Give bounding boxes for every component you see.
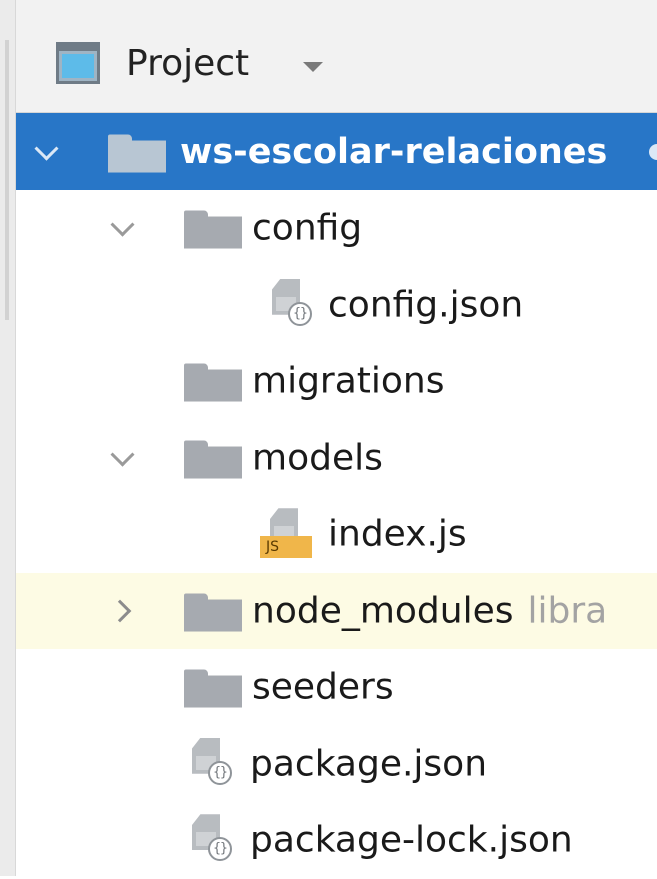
- tree-item-seeders[interactable]: seeders: [16, 649, 657, 726]
- tree-item-index-js[interactable]: JS index.js: [16, 496, 657, 573]
- tree-item-label: index.js: [328, 513, 467, 555]
- tree-item-label: package-lock.json: [250, 819, 573, 861]
- project-panel-header: Project: [16, 0, 657, 113]
- tree-item-root[interactable]: ws-escolar-relaciones: [16, 113, 657, 190]
- folder-icon: [184, 669, 242, 708]
- tree-item-label: models: [252, 437, 383, 479]
- tree-item-label: config: [252, 207, 363, 249]
- tree-item-node-modules[interactable]: node_modules libra: [16, 572, 657, 649]
- tool-window-grip[interactable]: [5, 40, 9, 320]
- chevron-down-icon[interactable]: [110, 442, 135, 467]
- chevron-right-icon[interactable]: [108, 599, 132, 623]
- panel-title[interactable]: Project: [126, 40, 249, 88]
- project-window-icon: [56, 42, 100, 84]
- tree-item-models[interactable]: models: [16, 420, 657, 497]
- json-file-icon: {}: [266, 277, 322, 333]
- tree-item-label: config.json: [328, 284, 524, 326]
- status-dot: [649, 143, 657, 160]
- folder-icon: [184, 440, 242, 479]
- tree-item-name: node_modules: [252, 590, 514, 632]
- folder-icon: [184, 363, 242, 402]
- tree-item-package-lock-json[interactable]: {} package-lock.json: [16, 802, 657, 879]
- tree-item-config[interactable]: config: [16, 190, 657, 267]
- json-file-icon: {}: [186, 812, 242, 868]
- tool-window-strip: [0, 0, 16, 876]
- tree-item-label: node_modules libra: [252, 590, 607, 631]
- tree-item-label: ws-escolar-relaciones: [180, 131, 608, 172]
- folder-icon: [108, 134, 166, 173]
- project-tree: ws-escolar-relaciones config {} config.j…: [16, 113, 657, 879]
- library-root-hint: libra: [527, 590, 608, 632]
- chevron-down-icon[interactable]: [110, 212, 135, 237]
- tree-item-label: migrations: [252, 360, 445, 402]
- tree-item-package-json[interactable]: {} package.json: [16, 726, 657, 803]
- folder-icon: [184, 593, 242, 632]
- tree-item-migrations[interactable]: migrations: [16, 343, 657, 420]
- js-file-icon: JS: [256, 506, 312, 562]
- tree-item-label: package.json: [250, 743, 488, 785]
- tree-item-label: seeders: [252, 666, 394, 708]
- chevron-down-icon[interactable]: [34, 136, 59, 161]
- json-file-icon: {}: [186, 736, 242, 792]
- folder-icon: [184, 210, 242, 249]
- caret-down-icon[interactable]: [303, 62, 323, 72]
- tree-item-config-json[interactable]: {} config.json: [16, 267, 657, 344]
